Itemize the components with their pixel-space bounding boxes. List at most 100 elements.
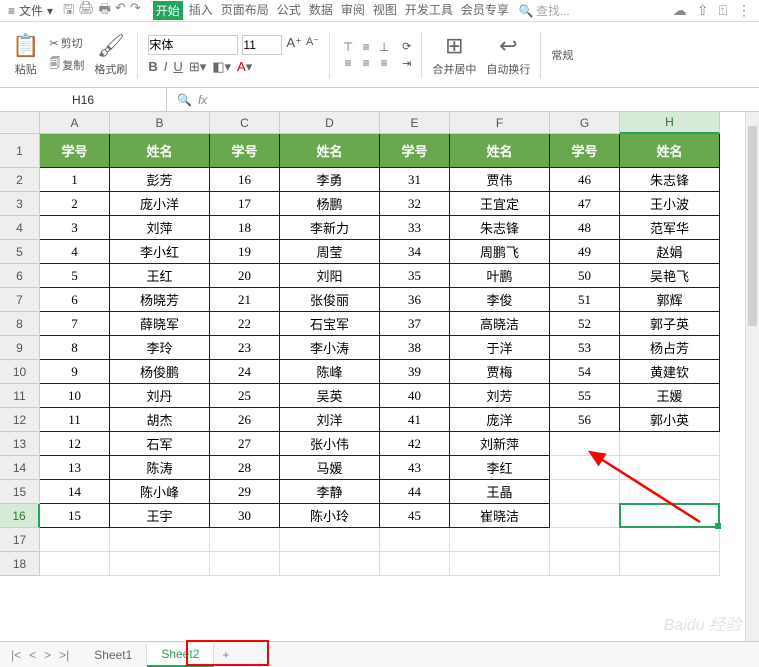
row-header-13[interactable]: 13 bbox=[0, 432, 40, 456]
cell-C7[interactable]: 21 bbox=[210, 288, 280, 312]
cell-G13[interactable] bbox=[550, 432, 620, 456]
format-painter-button[interactable]: 🖌 格式刷 bbox=[94, 33, 127, 77]
sheet-tab-1[interactable]: Sheet1 bbox=[80, 644, 147, 666]
cell-A6[interactable]: 5 bbox=[40, 264, 110, 288]
tab-member[interactable]: 会员专享 bbox=[459, 1, 511, 20]
cell-E1[interactable]: 学号 bbox=[380, 134, 450, 168]
cell-E6[interactable]: 35 bbox=[380, 264, 450, 288]
cell-E12[interactable]: 41 bbox=[380, 408, 450, 432]
cell-F18[interactable] bbox=[450, 552, 550, 576]
cell-C5[interactable]: 19 bbox=[210, 240, 280, 264]
cell-D5[interactable]: 周莹 bbox=[280, 240, 380, 264]
cell-H15[interactable] bbox=[620, 480, 720, 504]
orientation-icon[interactable]: ⟳ bbox=[402, 40, 411, 53]
cell-B13[interactable]: 石军 bbox=[110, 432, 210, 456]
tab-developer[interactable]: 开发工具 bbox=[403, 1, 455, 20]
cell-D12[interactable]: 刘洋 bbox=[280, 408, 380, 432]
cell-G17[interactable] bbox=[550, 528, 620, 552]
font-name-select[interactable] bbox=[148, 35, 238, 55]
row-header-17[interactable]: 17 bbox=[0, 528, 40, 552]
cell-H13[interactable] bbox=[620, 432, 720, 456]
cell-A12[interactable]: 11 bbox=[40, 408, 110, 432]
align-left-icon[interactable]: ≡ bbox=[340, 56, 356, 70]
font-size-select[interactable] bbox=[242, 35, 282, 55]
cell-F3[interactable]: 王宜定 bbox=[450, 192, 550, 216]
cell-H17[interactable] bbox=[620, 528, 720, 552]
cell-H1[interactable]: 姓名 bbox=[620, 134, 720, 168]
cell-B4[interactable]: 刘萍 bbox=[110, 216, 210, 240]
cell-E9[interactable]: 38 bbox=[380, 336, 450, 360]
sheet-last-icon[interactable]: >| bbox=[56, 648, 72, 662]
cell-B9[interactable]: 李玲 bbox=[110, 336, 210, 360]
col-header-H[interactable]: H bbox=[620, 112, 720, 134]
cell-H9[interactable]: 杨占芳 bbox=[620, 336, 720, 360]
tab-data[interactable]: 数据 bbox=[307, 1, 335, 20]
align-right-icon[interactable]: ≡ bbox=[376, 56, 392, 70]
search-box[interactable]: 🔍 查找... bbox=[519, 2, 570, 19]
cell-B2[interactable]: 彭芳 bbox=[110, 168, 210, 192]
number-format-label[interactable]: 常规 bbox=[551, 47, 573, 63]
cell-G2[interactable]: 46 bbox=[550, 168, 620, 192]
cell-G11[interactable]: 55 bbox=[550, 384, 620, 408]
cell-G14[interactable] bbox=[550, 456, 620, 480]
align-top-icon[interactable]: ⊤ bbox=[340, 40, 356, 54]
cell-H12[interactable]: 郭小英 bbox=[620, 408, 720, 432]
cell-E17[interactable] bbox=[380, 528, 450, 552]
cell-A18[interactable] bbox=[40, 552, 110, 576]
cell-A2[interactable]: 1 bbox=[40, 168, 110, 192]
cell-B3[interactable]: 庞小洋 bbox=[110, 192, 210, 216]
cell-H6[interactable]: 吴艳飞 bbox=[620, 264, 720, 288]
cell-E4[interactable]: 33 bbox=[380, 216, 450, 240]
cell-F5[interactable]: 周鹏飞 bbox=[450, 240, 550, 264]
cell-B15[interactable]: 陈小峰 bbox=[110, 480, 210, 504]
cell-E7[interactable]: 36 bbox=[380, 288, 450, 312]
row-headers[interactable]: 123456789101112131415161718 bbox=[0, 134, 40, 576]
cell-F10[interactable]: 贾梅 bbox=[450, 360, 550, 384]
sheet-prev-icon[interactable]: < bbox=[26, 648, 39, 662]
share-out-icon[interactable]: ⍐ bbox=[719, 2, 727, 19]
cell-D6[interactable]: 刘阳 bbox=[280, 264, 380, 288]
paste-button[interactable]: 📋 粘贴 bbox=[12, 33, 39, 77]
row-header-4[interactable]: 4 bbox=[0, 216, 40, 240]
cell-B12[interactable]: 胡杰 bbox=[110, 408, 210, 432]
row-header-1[interactable]: 1 bbox=[0, 134, 40, 168]
cell-F11[interactable]: 刘芳 bbox=[450, 384, 550, 408]
cell-E5[interactable]: 34 bbox=[380, 240, 450, 264]
cell-C14[interactable]: 28 bbox=[210, 456, 280, 480]
sheet-first-icon[interactable]: |< bbox=[8, 648, 24, 662]
cell-F14[interactable]: 李红 bbox=[450, 456, 550, 480]
cell-C2[interactable]: 16 bbox=[210, 168, 280, 192]
cancel-icon[interactable]: 🔍 bbox=[177, 93, 192, 107]
cell-H11[interactable]: 王媛 bbox=[620, 384, 720, 408]
cell-E3[interactable]: 32 bbox=[380, 192, 450, 216]
cell-C15[interactable]: 29 bbox=[210, 480, 280, 504]
cell-C12[interactable]: 26 bbox=[210, 408, 280, 432]
cell-G9[interactable]: 53 bbox=[550, 336, 620, 360]
bold-button[interactable]: B bbox=[148, 59, 157, 75]
cell-A13[interactable]: 12 bbox=[40, 432, 110, 456]
cell-H10[interactable]: 黄建钦 bbox=[620, 360, 720, 384]
align-center-icon[interactable]: ≡ bbox=[358, 56, 374, 70]
row-header-9[interactable]: 9 bbox=[0, 336, 40, 360]
auto-wrap-button[interactable]: ↩ 自动换行 bbox=[486, 33, 530, 77]
cell-B11[interactable]: 刘丹 bbox=[110, 384, 210, 408]
cell-D8[interactable]: 石宝军 bbox=[280, 312, 380, 336]
cell-D18[interactable] bbox=[280, 552, 380, 576]
font-color-button[interactable]: A▾ bbox=[237, 59, 252, 75]
indent-icon[interactable]: ⇥ bbox=[402, 57, 411, 70]
cell-B7[interactable]: 杨晓芳 bbox=[110, 288, 210, 312]
cell-C1[interactable]: 学号 bbox=[210, 134, 280, 168]
cell-G18[interactable] bbox=[550, 552, 620, 576]
cell-G10[interactable]: 54 bbox=[550, 360, 620, 384]
cell-A15[interactable]: 14 bbox=[40, 480, 110, 504]
cell-C3[interactable]: 17 bbox=[210, 192, 280, 216]
row-header-10[interactable]: 10 bbox=[0, 360, 40, 384]
share-up-icon[interactable]: ⇧ bbox=[697, 2, 709, 19]
decrease-font-icon[interactable]: A⁻ bbox=[306, 35, 319, 55]
underline-button[interactable]: U bbox=[173, 59, 182, 75]
cell-G3[interactable]: 47 bbox=[550, 192, 620, 216]
tab-formula[interactable]: 公式 bbox=[275, 1, 303, 20]
cell-F6[interactable]: 叶鹏 bbox=[450, 264, 550, 288]
cell-H8[interactable]: 郭子英 bbox=[620, 312, 720, 336]
cell-A4[interactable]: 3 bbox=[40, 216, 110, 240]
